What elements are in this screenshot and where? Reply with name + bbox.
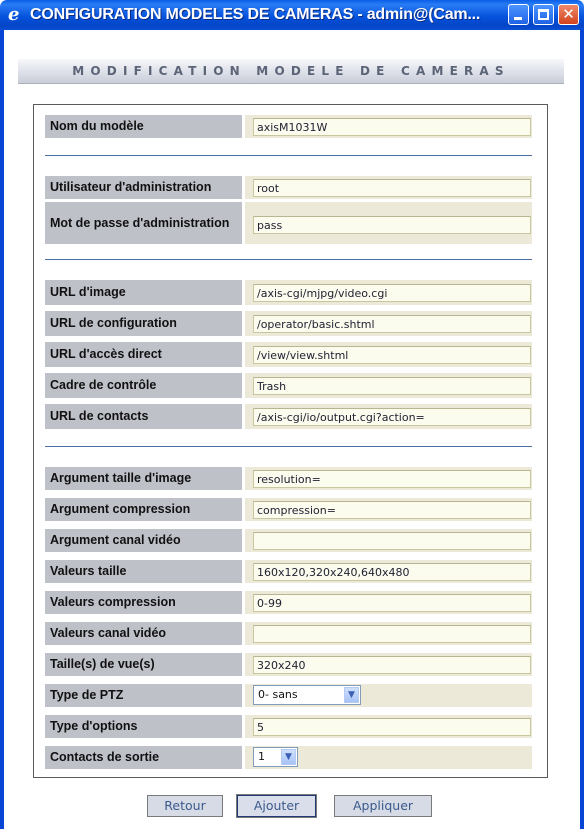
video-channel-values-input[interactable] bbox=[253, 625, 531, 643]
ptz-type-label: Type de PTZ bbox=[45, 684, 242, 707]
close-button[interactable]: ✕ bbox=[558, 4, 579, 25]
admin-password-input[interactable] bbox=[253, 216, 531, 234]
contacts-url-label: URL de contacts bbox=[45, 404, 242, 429]
image-size-arg-input[interactable] bbox=[253, 470, 531, 488]
section-separator bbox=[45, 155, 532, 156]
minimize-icon bbox=[514, 17, 522, 20]
image-url-input[interactable] bbox=[253, 284, 531, 302]
size-values-label: Valeurs taille bbox=[45, 560, 242, 583]
internet-explorer-icon: e bbox=[8, 4, 20, 25]
window-title-bar[interactable]: e CONFIGURATION MODELES DE CAMERAS - adm… bbox=[0, 0, 584, 30]
window-frame-right bbox=[580, 30, 584, 829]
minimize-button[interactable] bbox=[508, 4, 529, 25]
section-separator bbox=[45, 259, 532, 260]
config-url-input[interactable] bbox=[253, 315, 531, 333]
control-frame-label: Cadre de contrôle bbox=[45, 373, 242, 398]
chevron-down-icon[interactable]: ▼ bbox=[344, 687, 359, 703]
model-name-input[interactable] bbox=[253, 118, 531, 136]
add-button[interactable]: Ajouter bbox=[236, 794, 317, 818]
window-title: CONFIGURATION MODELES DE CAMERAS - admin… bbox=[30, 6, 481, 23]
compression-arg-input[interactable] bbox=[253, 501, 531, 519]
view-sizes-label: Taille(s) de vue(s) bbox=[45, 653, 242, 676]
image-size-arg-label: Argument taille d'image bbox=[45, 467, 242, 490]
image-url-label: URL d'image bbox=[45, 280, 242, 305]
direct-url-label: URL d'accès direct bbox=[45, 342, 242, 367]
page-title: MODIFICATION MODELE DE CAMERAS bbox=[72, 64, 510, 78]
window-frame-left bbox=[0, 30, 4, 829]
apply-button[interactable]: Appliquer bbox=[334, 795, 432, 817]
admin-user-input[interactable] bbox=[253, 179, 531, 197]
chevron-down-icon[interactable]: ▼ bbox=[281, 749, 296, 765]
output-contacts-select[interactable]: 1 ▼ bbox=[253, 747, 298, 767]
output-contacts-selected-value: 1 bbox=[258, 750, 265, 763]
view-sizes-input[interactable] bbox=[253, 656, 531, 674]
config-url-label: URL de configuration bbox=[45, 311, 242, 336]
size-values-input[interactable] bbox=[253, 563, 531, 581]
section-separator bbox=[45, 446, 532, 447]
contacts-url-input[interactable] bbox=[253, 408, 531, 426]
page-header: MODIFICATION MODELE DE CAMERAS bbox=[18, 59, 564, 84]
options-type-label: Type d'options bbox=[45, 715, 242, 738]
model-name-label: Nom du modèle bbox=[45, 115, 242, 138]
close-icon: ✕ bbox=[562, 5, 575, 23]
options-type-input[interactable] bbox=[253, 718, 531, 736]
ptz-type-selected-value: 0- sans bbox=[258, 688, 298, 701]
back-button[interactable]: Retour bbox=[147, 795, 223, 817]
video-channel-arg-label: Argument canal vidéo bbox=[45, 529, 242, 552]
admin-password-label: Mot de passe d'administration bbox=[45, 202, 242, 244]
direct-url-input[interactable] bbox=[253, 346, 531, 364]
compression-values-input[interactable] bbox=[253, 594, 531, 612]
maximize-icon bbox=[538, 9, 549, 20]
compression-arg-label: Argument compression bbox=[45, 498, 242, 521]
maximize-button[interactable] bbox=[533, 4, 554, 25]
compression-values-label: Valeurs compression bbox=[45, 591, 242, 614]
video-channel-values-label: Valeurs canal vidéo bbox=[45, 622, 242, 645]
output-contacts-label: Contacts de sortie bbox=[45, 746, 242, 769]
control-frame-input[interactable] bbox=[253, 377, 531, 395]
video-channel-arg-input[interactable] bbox=[253, 532, 531, 550]
ptz-type-select[interactable]: 0- sans ▼ bbox=[253, 685, 361, 705]
admin-user-label: Utilisateur d'administration bbox=[45, 176, 242, 199]
